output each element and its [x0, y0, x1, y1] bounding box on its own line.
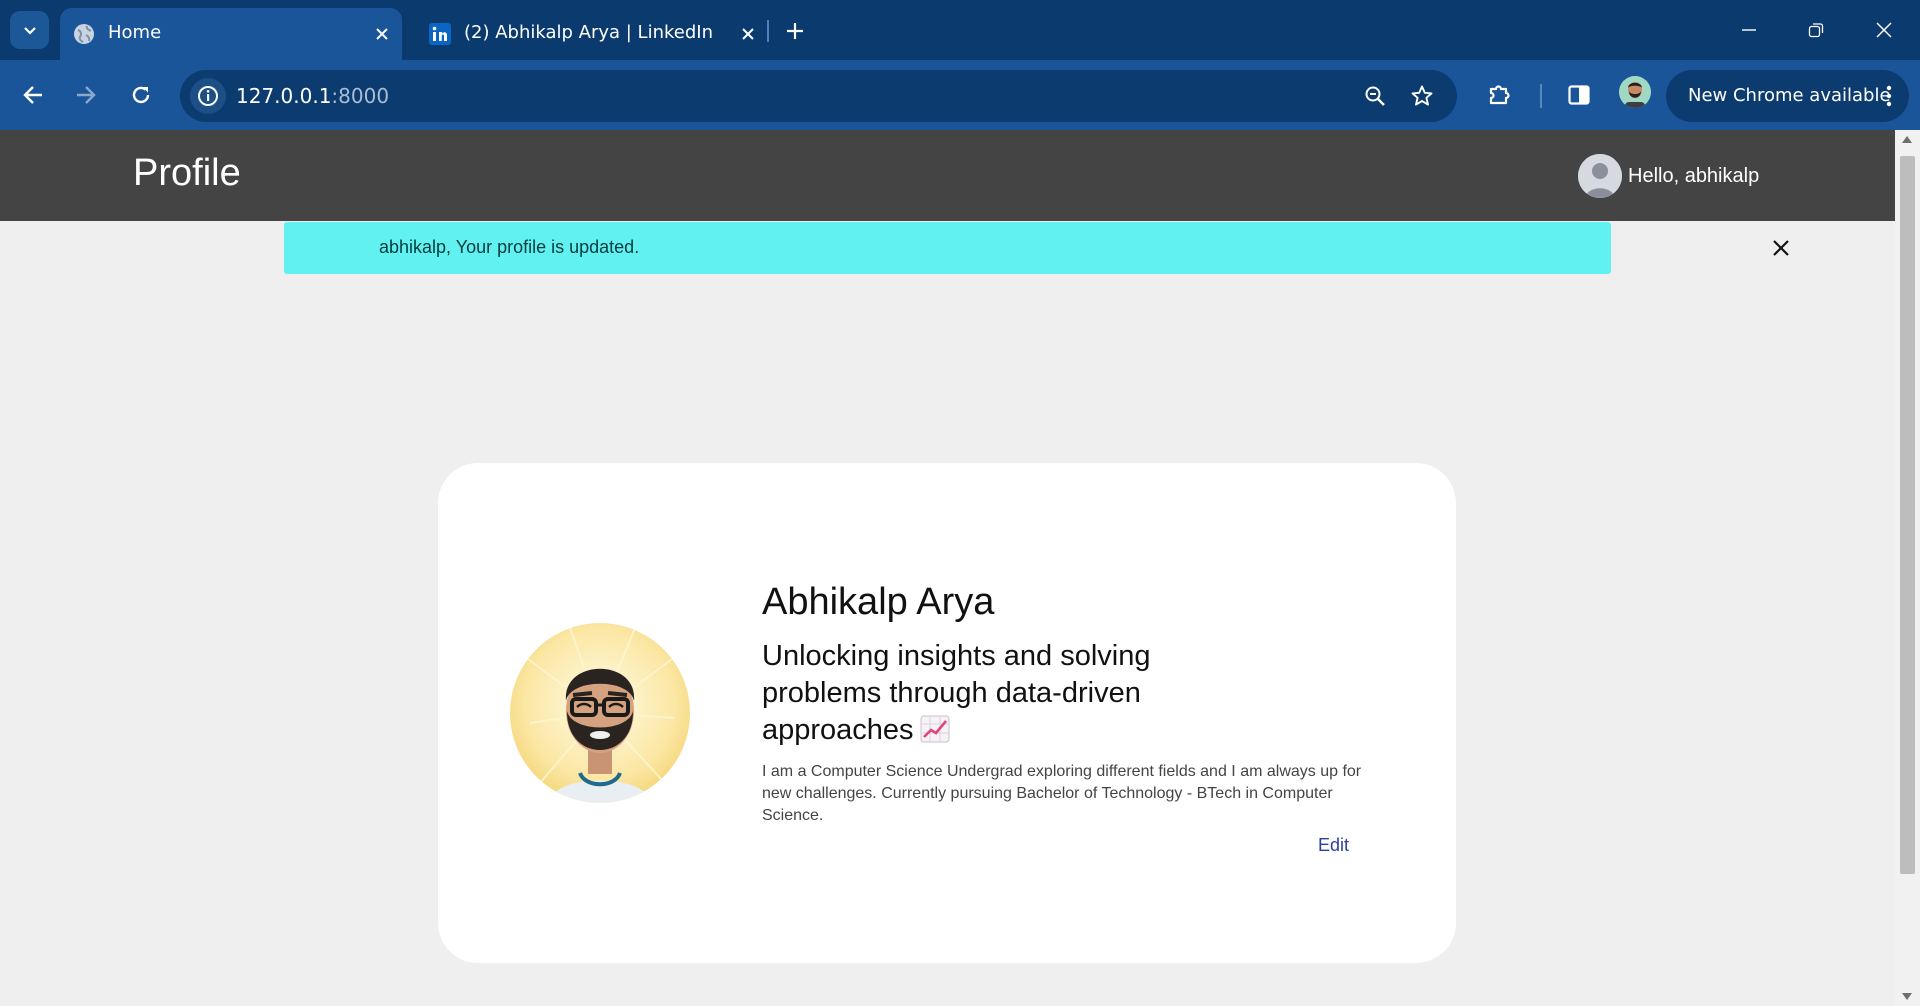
plus-icon [787, 23, 803, 39]
restore-icon [1808, 23, 1824, 38]
user-avatar [1578, 154, 1622, 198]
edit-profile-link[interactable]: Edit [1318, 835, 1349, 856]
extensions-button[interactable] [1480, 76, 1518, 114]
new-chrome-available-button[interactable]: New Chrome available [1666, 70, 1909, 122]
user-greeting: Hello, abhikalp [1628, 164, 1760, 187]
zoom-button[interactable] [1359, 80, 1391, 112]
chart-increasing-icon [920, 715, 950, 743]
profile-photo [510, 623, 690, 803]
close-icon [742, 28, 754, 40]
tab-home[interactable]: Home [60, 8, 402, 60]
reload-icon [132, 86, 150, 104]
url-port: :8000 [331, 84, 390, 108]
page-viewport: Profile Hello, abhikalp abhikalp, Your p… [0, 130, 1895, 1006]
close-icon [1773, 240, 1789, 256]
browser-toolbar: 127.0.0.1:8000 New Chrome available [0, 60, 1920, 190]
tagline-text: Unlocking insights and solving problems … [762, 640, 1151, 746]
chrome-profile-avatar[interactable] [1619, 76, 1651, 108]
alert-close-button[interactable] [1767, 234, 1795, 262]
profile-bio: I am a Computer Science Undergrad explor… [762, 763, 1362, 824]
page-scrollbar[interactable] [1895, 130, 1920, 1006]
more-vertical-icon [1886, 85, 1892, 107]
tab-title: (2) Abhikalp Arya | LinkedIn [464, 22, 713, 43]
close-icon [376, 28, 388, 40]
tab-linkedin[interactable]: (2) Abhikalp Arya | LinkedIn [416, 8, 768, 60]
back-button[interactable] [13, 75, 53, 115]
address-bar[interactable]: 127.0.0.1:8000 [180, 70, 1457, 122]
side-panel-icon [1568, 85, 1590, 105]
close-icon [1876, 22, 1892, 38]
arrow-right-icon [77, 86, 96, 104]
user-silhouette-icon [1578, 154, 1622, 198]
star-icon [1411, 85, 1433, 106]
chevron-down-icon [23, 27, 36, 35]
close-tab-button[interactable] [370, 22, 394, 46]
profile-card: Abhikalp Arya Unlocking insights and sol… [438, 463, 1456, 963]
zoom-out-icon [1365, 86, 1385, 106]
profile-name: Abhikalp Arya [762, 581, 995, 623]
avatar-icon [1619, 76, 1651, 108]
bookmark-button[interactable] [1406, 80, 1438, 112]
user-menu[interactable]: Hello, abhikalp [1578, 154, 1759, 198]
puzzle-icon [1489, 85, 1510, 105]
url-text[interactable]: 127.0.0.1:8000 [236, 84, 389, 108]
scroll-up-arrow-icon[interactable] [1902, 136, 1912, 143]
arrow-left-icon [23, 86, 42, 104]
scroll-down-arrow-icon[interactable] [1902, 993, 1912, 1000]
site-navbar: Profile Hello, abhikalp [0, 130, 1895, 221]
forward-button[interactable] [66, 75, 106, 115]
navbar-brand[interactable]: Profile [133, 152, 241, 195]
restore-button[interactable] [1790, 8, 1842, 52]
close-tab-button[interactable] [736, 22, 760, 46]
alert-message: abhikalp, Your profile is updated. [379, 237, 640, 257]
minimize-button[interactable] [1723, 8, 1775, 52]
tab-strip: Home (2) Abhikalp Arya | LinkedIn [0, 0, 1920, 60]
profile-tagline: Unlocking insights and solving problems … [762, 638, 1202, 749]
scrollbar-thumb[interactable] [1900, 156, 1915, 874]
tab-search-button[interactable] [10, 11, 49, 49]
reload-button[interactable] [121, 75, 161, 115]
minimize-icon [1742, 29, 1756, 31]
globe-icon [74, 24, 94, 44]
tab-title: Home [108, 22, 162, 43]
info-icon [198, 86, 218, 106]
side-panel-button[interactable] [1560, 76, 1598, 114]
new-tab-button[interactable] [780, 16, 810, 46]
update-label: New Chrome available [1688, 85, 1891, 106]
success-alert: abhikalp, Your profile is updated. [284, 222, 1789, 274]
site-info-button[interactable] [190, 78, 226, 114]
url-host: 127.0.0.1 [236, 84, 332, 108]
window-close-button[interactable] [1858, 8, 1910, 52]
bitmoji-avatar-icon [510, 623, 690, 803]
toolbar-divider [1540, 84, 1542, 108]
linkedin-icon [429, 23, 451, 45]
tab-separator [767, 20, 769, 42]
